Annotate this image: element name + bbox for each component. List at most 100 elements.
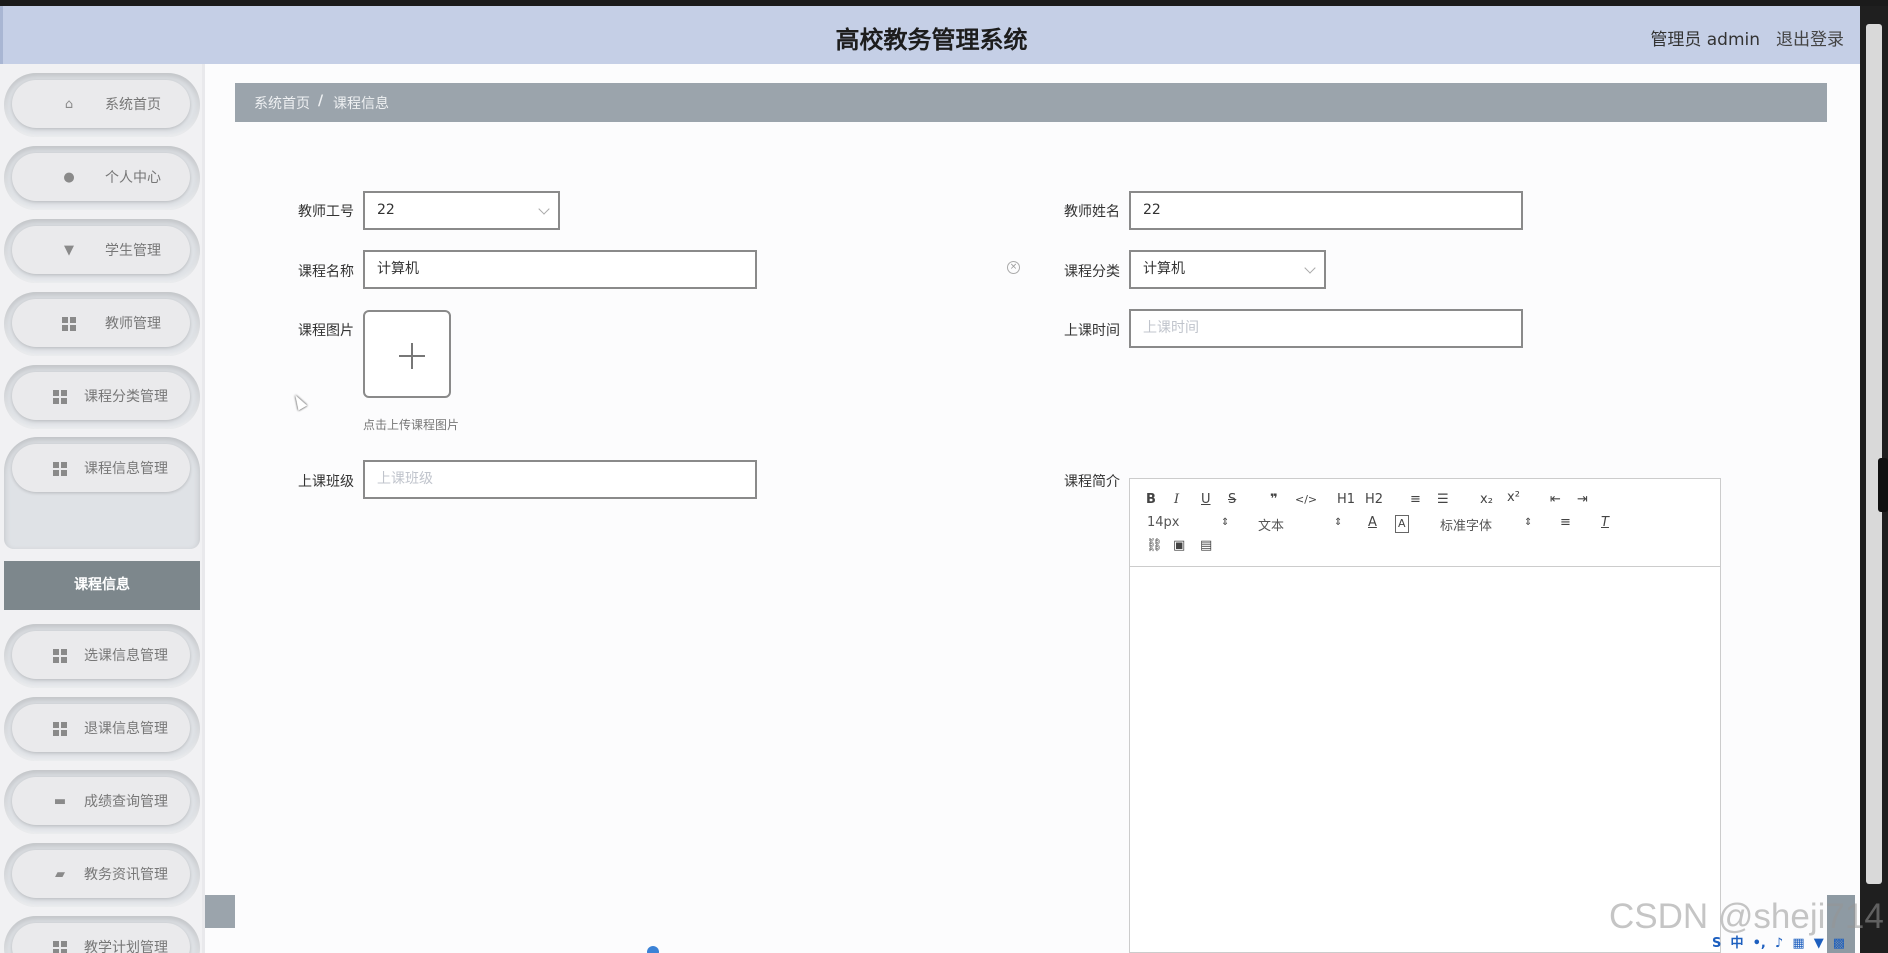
text-type-value: 文本 [1258,519,1285,534]
heading2-button[interactable]: H2 [1365,492,1383,508]
sidebar-item-profile[interactable]: ● 个人中心 [4,146,200,210]
ime-skin-icon[interactable]: ▼ [1814,936,1824,951]
sidebar-item-label: 教师管理 [105,316,161,332]
course-name-input[interactable]: 计算机 [363,250,757,289]
course-category-value: 计算机 [1143,261,1185,277]
code-block-button[interactable]: </> [1295,492,1317,508]
ime-logo-icon[interactable]: S [1712,936,1721,951]
sidebar-item-course-info[interactable]: 课程信息管理 [4,437,200,549]
class-group-input[interactable]: 上课班级 [363,460,757,499]
ime-keyboard-icon[interactable]: ▦ [1792,936,1804,951]
ime-lang-icon[interactable]: 中 [1730,936,1743,951]
sidebar-item-label: 系统首页 [105,97,161,113]
heading1-button[interactable]: H1 [1337,492,1355,508]
font-size-select[interactable]: 14px ⇕ [1147,515,1232,530]
sidebar-item-course-drop[interactable]: 退课信息管理 [4,697,200,761]
class-time-label: 上课时间 [1064,323,1120,339]
sidebar-item-label: 个人中心 [105,170,161,186]
ime-menu-icon[interactable]: ▩ [1833,936,1845,951]
ordered-list-icon[interactable]: ≡ [1410,492,1421,508]
clear-format-icon[interactable]: T [1601,515,1609,531]
background-color-icon[interactable]: A [1395,515,1409,533]
italic-button[interactable]: I [1174,492,1179,508]
app-header: 高校教务管理系统 管理员 admin 退出登录 [0,6,1860,64]
sidebar-item-students[interactable]: ▼ 学生管理 [4,219,200,283]
sidebar-item-label: 教学计划管理 [84,940,168,953]
sidebar-subitem-course-info[interactable]: 课程信息 [4,561,200,610]
course-category-select[interactable]: 计算机 [1129,250,1326,289]
course-name-label: 课程名称 [298,264,354,280]
bold-button[interactable]: B [1146,492,1156,508]
sidebar-item-home[interactable]: ⌂ 系统首页 [4,73,200,137]
breadcrumb: 系统首页 / 课程信息 [235,83,1827,122]
text-type-select[interactable]: 文本 ⇕ [1258,515,1343,534]
subscript-icon[interactable]: x₂ [1480,492,1493,508]
outdent-icon[interactable]: ⇤ [1550,492,1561,508]
font-family-select[interactable]: 标准字体 ⇕ [1440,515,1533,534]
teacher-name-label: 教师姓名 [1064,204,1120,220]
sidebar-item-pill [12,80,190,128]
breadcrumb-home[interactable]: 系统首页 [254,93,310,113]
course-image-upload[interactable] [363,310,451,398]
sidebar-item-label: 课程信息管理 [84,461,168,477]
sidebar-item-pill [12,153,190,201]
updown-icon: ⇕ [1524,517,1533,528]
scroll-handle-icon[interactable] [647,946,659,953]
scrollbar-track[interactable] [1866,24,1882,884]
sidebar-item-teachers[interactable]: 教师管理 [4,292,200,356]
grid-icon [53,649,67,663]
grid-icon [53,390,67,404]
scrollbar-thumb[interactable] [1878,458,1888,512]
ime-mic-icon[interactable]: ♪ [1775,936,1783,951]
align-icon[interactable]: ≡ [1560,515,1571,531]
updown-icon: ⇕ [1221,517,1230,528]
sidebar-item-grades[interactable]: ▬ 成绩查询管理 [4,770,200,834]
sidebar-item-news[interactable]: ▰ 教务资讯管理 [4,843,200,907]
class-group-label: 上课班级 [298,474,354,490]
ime-tray: S 中 •, ♪ ▦ ▼ ▩ [1712,932,1862,953]
footer-strip-left [205,895,235,928]
current-user: 管理员 admin [1650,30,1760,50]
font-color-icon[interactable]: A [1368,515,1377,531]
class-time-input[interactable]: 上课时间 [1129,309,1523,348]
sidebar-item-label: 选课信息管理 [84,648,168,664]
video-icon[interactable]: ▤ [1200,538,1212,554]
sidebar-item-label: 成绩查询管理 [84,794,168,810]
bullet-list-icon[interactable]: ☰ [1437,492,1449,508]
sidebar-item-label: 课程分类管理 [84,389,168,405]
watermark: CSDN @sheji714 [1609,897,1884,936]
teacher-id-select[interactable]: 22 [363,191,560,230]
blockquote-button[interactable]: ❞ [1270,492,1278,508]
teacher-id-label: 教师工号 [298,204,354,220]
sidebar-item-course-category[interactable]: 课程分类管理 [4,365,200,429]
clear-icon[interactable]: × [1007,261,1020,274]
superscript-icon[interactable]: x² [1507,490,1520,506]
course-intro-label: 课程简介 [1064,474,1120,490]
rich-text-editor[interactable]: B I U S ❞ </> H1 H2 ≡ ☰ x₂ x² ⇤ ⇥ 14px ⇕… [1129,478,1721,953]
user-icon: ● [63,170,75,185]
link-icon[interactable]: ⛓ [1146,538,1163,554]
sidebar-item-label: 退课信息管理 [84,721,168,737]
sidebar-item-course-selection[interactable]: 选课信息管理 [4,624,200,688]
sidebar-item-pill [12,226,190,274]
monitor-icon: ▬ [53,794,67,809]
teacher-name-input[interactable]: 22 [1129,191,1523,230]
ime-punct-icon[interactable]: •, [1753,936,1766,951]
updown-icon: ⇕ [1334,517,1343,528]
sidebar-item-label: 学生管理 [105,243,161,259]
logout-link[interactable]: 退出登录 [1776,25,1844,50]
indent-icon[interactable]: ⇥ [1577,492,1588,508]
underline-button[interactable]: U [1201,492,1211,508]
teacher-id-value: 22 [377,202,395,218]
grid-icon [62,317,76,331]
page-scrollbar[interactable] [1860,6,1888,953]
image-icon[interactable]: ▣ [1173,538,1185,554]
font-size-value: 14px [1147,515,1180,530]
chevron-down-icon [1304,262,1316,274]
app-title: 高校教务管理系统 [835,26,1028,54]
font-family-value: 标准字体 [1440,519,1493,534]
strike-button[interactable]: S [1228,492,1236,508]
mouse-cursor-icon [290,392,308,411]
sidebar-item-teaching-plan[interactable]: 教学计划管理 [4,916,200,953]
mailbox-icon: ▰ [55,867,65,882]
